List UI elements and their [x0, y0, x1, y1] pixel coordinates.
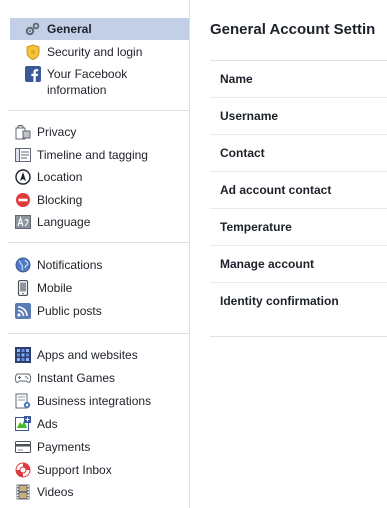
sidebar-item-label: Privacy [37, 125, 77, 139]
payments-card-icon [15, 439, 31, 455]
facebook-icon [25, 66, 41, 82]
settings-row-label: Identity confirmation [220, 294, 339, 308]
gears-icon [25, 21, 41, 37]
location-compass-icon [15, 169, 31, 185]
sidebar-item-label: Mobile [37, 281, 73, 295]
sidebar-item-label: Blocking [37, 193, 83, 207]
sidebar-item-label: Language [37, 215, 91, 229]
language-icon [15, 214, 31, 230]
sidebar-item-general[interactable]: General [10, 18, 189, 40]
sidebar-divider [8, 110, 189, 111]
settings-row-label: Contact [220, 146, 265, 160]
settings-row-manage-account[interactable]: Manage account [210, 246, 387, 283]
sidebar-item-label: Public posts [37, 304, 102, 318]
sidebar-group-account: General Security and login Your Facebook… [0, 18, 189, 100]
blocking-icon [15, 192, 31, 208]
sidebar-item-label: Your Facebook information [47, 67, 128, 97]
business-icon [15, 393, 31, 409]
sidebar-item-security[interactable]: Security and login [0, 40, 189, 62]
lifebuoy-icon [15, 462, 31, 478]
settings-row-label: Ad account contact [220, 183, 332, 197]
settings-list: Name Username Contact Ad account contact… [210, 60, 387, 337]
sidebar-item-label: Payments [37, 440, 91, 454]
sidebar-item-label: Business integrations [37, 394, 152, 408]
film-icon [15, 484, 31, 500]
sidebar-item-label: Timeline and tagging [37, 148, 148, 162]
sidebar-item-timeline-and-tagging[interactable]: Timeline and tagging [0, 144, 189, 166]
sidebar-item-support-inbox[interactable]: Support Inbox [0, 459, 189, 481]
settings-window: General Security and login Your Facebook… [0, 0, 387, 508]
settings-row-name[interactable]: Name [210, 61, 387, 98]
settings-row-label: Manage account [220, 257, 315, 271]
settings-main: General Account Settin Name Username Con… [210, 0, 387, 508]
sidebar-item-label: Notifications [37, 258, 103, 272]
sidebar-divider [8, 242, 189, 243]
sidebar-item-your-facebook-information[interactable]: Your Facebook information [0, 62, 189, 100]
sidebar-group-apps: Apps and websites Instant Games Business… [0, 344, 189, 503]
apps-icon [15, 347, 31, 363]
sidebar-item-instant-games[interactable]: Instant Games [0, 367, 189, 390]
sidebar-item-label: General [47, 22, 92, 36]
sidebar-item-label: Instant Games [37, 371, 116, 385]
settings-sidebar: General Security and login Your Facebook… [0, 0, 190, 508]
privacy-lock-icon [15, 124, 31, 140]
sidebar-item-label: Videos [37, 485, 74, 499]
sidebar-item-ads[interactable]: Ads [0, 413, 189, 436]
sidebar-item-language[interactable]: Language [0, 211, 189, 233]
sidebar-item-videos[interactable]: Videos [0, 481, 189, 503]
settings-row-contact[interactable]: Contact [210, 135, 387, 172]
sidebar-item-apps-and-websites[interactable]: Apps and websites [0, 344, 189, 367]
sidebar-item-label: Apps and websites [37, 348, 138, 362]
page-title: General Account Settin [210, 21, 376, 38]
sidebar-group-privacy: Privacy Timeline and tagging Location Bl… [0, 121, 189, 233]
sidebar-item-mobile[interactable]: Mobile [0, 277, 189, 300]
globe-icon [15, 257, 31, 273]
ads-icon [15, 416, 31, 432]
sidebar-item-label: Security and login [47, 45, 143, 59]
sidebar-item-payments[interactable]: Payments [0, 436, 189, 459]
sidebar-item-label: Location [37, 170, 83, 184]
settings-row-label: Username [220, 109, 279, 123]
sidebar-item-label: Ads [37, 417, 58, 431]
sidebar-item-privacy[interactable]: Privacy [0, 121, 189, 144]
settings-row-username[interactable]: Username [210, 98, 387, 135]
settings-row-label: Name [220, 72, 253, 86]
gamepad-icon [15, 370, 31, 386]
sidebar-group-notifications: Notifications Mobile Public posts [0, 254, 189, 322]
sidebar-item-business-integrations[interactable]: Business integrations [0, 390, 189, 413]
sidebar-item-label: Support Inbox [37, 463, 112, 477]
sidebar-item-blocking[interactable]: Blocking [0, 189, 189, 211]
rss-icon [15, 303, 31, 319]
badge-icon [25, 44, 41, 60]
settings-row-temperature[interactable]: Temperature [210, 209, 387, 246]
settings-row-label: Temperature [220, 220, 292, 234]
mobile-icon [15, 280, 31, 296]
sidebar-item-location[interactable]: Location [0, 166, 189, 189]
sidebar-item-notifications[interactable]: Notifications [0, 254, 189, 277]
sidebar-divider [8, 333, 189, 334]
timeline-icon [15, 147, 31, 163]
sidebar-item-public-posts[interactable]: Public posts [0, 300, 189, 322]
settings-row-ad-account-contact[interactable]: Ad account contact [210, 172, 387, 209]
settings-row-identity-confirmation[interactable]: Identity confirmation [210, 283, 387, 320]
